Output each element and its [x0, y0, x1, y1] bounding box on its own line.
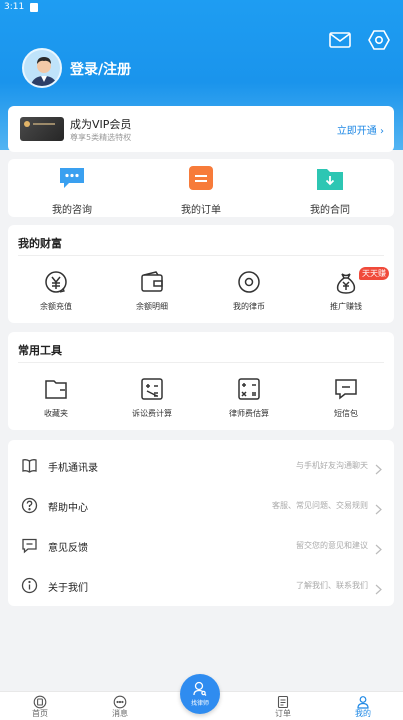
- vip-open-link[interactable]: 立即开通 ›: [337, 122, 384, 137]
- money-bag-icon: [333, 269, 359, 295]
- grid-label: 收藏夹: [44, 409, 68, 418]
- grid-label: 律师费估算: [229, 409, 269, 418]
- nav-profile[interactable]: 我的: [323, 692, 403, 719]
- list-item-desc: 了解我们、联系我们: [296, 581, 368, 590]
- my-orders-button[interactable]: 我的订单: [137, 165, 265, 216]
- litigation-fee-button[interactable]: 诉讼费计算: [104, 376, 200, 419]
- info-circle-icon: [21, 577, 38, 594]
- nav-label: 我的: [355, 709, 371, 718]
- home-icon: [33, 694, 47, 709]
- vip-title: 成为VIP会员: [70, 118, 132, 131]
- my-law-coins-button[interactable]: 我的律币: [201, 269, 297, 312]
- quick-action-label: 我的合同: [310, 205, 350, 216]
- vip-card-image: [20, 117, 64, 141]
- list-item-title: 手机通讯录: [48, 463, 98, 474]
- divider: [18, 255, 384, 256]
- contract-folder-icon: [315, 165, 345, 191]
- quick-action-label: 我的咨询: [52, 205, 92, 216]
- promote-earn-button[interactable]: 推广赚钱 天天赚: [298, 267, 394, 312]
- quick-action-label: 我的订单: [181, 205, 221, 216]
- feedback-icon: [21, 537, 38, 554]
- list-item-contacts[interactable]: 手机通讯录 与手机好友沟通聊天: [8, 446, 394, 486]
- message-icon: [113, 694, 127, 709]
- chevron-right-icon: [375, 580, 382, 595]
- settings-list: 手机通讯录 与手机好友沟通聊天 帮助中心 客服、常见问题、交易规则 意见反馈 留…: [8, 440, 394, 606]
- settings-icon[interactable]: [367, 28, 391, 52]
- chevron-right-icon: [375, 540, 382, 555]
- order-list-icon: [186, 165, 216, 191]
- list-item-desc: 与手机好友沟通聊天: [296, 461, 368, 470]
- notification-icon: [30, 2, 39, 12]
- favorites-button[interactable]: 收藏夹: [8, 376, 104, 419]
- sms-icon: [333, 376, 359, 402]
- chat-bubble-icon: [57, 165, 87, 191]
- login-register-link[interactable]: 登录/注册: [70, 59, 131, 79]
- nav-home[interactable]: 首页: [0, 692, 80, 719]
- grid-label: 推广赚钱: [330, 302, 362, 311]
- calculator-icon: [139, 376, 165, 402]
- list-item-desc: 客服、常见问题、交易规则: [272, 501, 368, 510]
- order-icon: [276, 694, 290, 709]
- my-contracts-button[interactable]: 我的合同: [266, 165, 394, 216]
- grid-label: 诉讼费计算: [132, 409, 172, 418]
- wealth-section: 我的财富 余额充值 余额明细 我的律币 推广赚钱 天天赚: [8, 225, 394, 323]
- fab-label: 找律师: [190, 700, 209, 707]
- grid-label: 短信包: [334, 409, 358, 418]
- quick-actions: 我的咨询 我的订单 我的合同: [8, 159, 394, 217]
- sms-package-button[interactable]: 短信包: [298, 376, 394, 419]
- list-item-title: 帮助中心: [48, 503, 88, 514]
- find-lawyer-button[interactable]: 找律师: [180, 674, 220, 714]
- help-circle-icon: [21, 497, 38, 514]
- divider: [18, 362, 384, 363]
- avatar[interactable]: [22, 48, 62, 88]
- balance-detail-button[interactable]: 余额明细: [104, 269, 200, 312]
- nav-orders[interactable]: 订单: [243, 692, 323, 719]
- list-item-desc: 留交您的意见和建议: [296, 541, 368, 550]
- my-consultation-button[interactable]: 我的咨询: [8, 165, 136, 216]
- list-item-title: 关于我们: [48, 583, 88, 594]
- lawyer-fee-button[interactable]: 律师费估算: [201, 376, 297, 419]
- promo-badge: 天天赚: [359, 267, 389, 280]
- grid-label: 余额明细: [136, 302, 168, 311]
- chevron-right-icon: [375, 500, 382, 515]
- balance-recharge-button[interactable]: 余额充值: [8, 269, 104, 312]
- wallet-icon: [139, 269, 165, 295]
- section-title: 我的财富: [18, 237, 62, 250]
- list-item-title: 意见反馈: [48, 543, 88, 554]
- vip-subtitle: 尊享5类精选特权: [70, 133, 132, 142]
- list-item-about[interactable]: 关于我们 了解我们、联系我们: [8, 566, 394, 606]
- coin-target-icon: [236, 269, 262, 295]
- tools-section: 常用工具 收藏夹 诉讼费计算 律师费估算 短信包: [8, 332, 394, 430]
- section-title: 常用工具: [18, 344, 62, 357]
- folder-icon: [43, 376, 69, 402]
- nav-label: 订单: [275, 709, 291, 718]
- grid-label: 我的律币: [233, 302, 265, 311]
- list-item-feedback[interactable]: 意见反馈 留交您的意见和建议: [8, 526, 394, 566]
- profile-icon: [356, 694, 370, 709]
- grid-label: 余额充值: [40, 302, 72, 311]
- nav-label: 首页: [32, 709, 48, 718]
- status-time: 3:11: [4, 2, 25, 12]
- status-bar: 3:11: [0, 0, 403, 14]
- mail-icon[interactable]: [328, 28, 352, 52]
- nav-label: 消息: [112, 709, 128, 718]
- vip-card[interactable]: 成为VIP会员 尊享5类精选特权 立即开通 ›: [8, 106, 394, 152]
- list-item-help[interactable]: 帮助中心 客服、常见问题、交易规则: [8, 486, 394, 526]
- yuan-coin-icon: [43, 269, 69, 295]
- math-calculator-icon: [236, 376, 262, 402]
- chevron-right-icon: [375, 460, 382, 475]
- nav-messages[interactable]: 消息: [80, 692, 160, 719]
- contacts-book-icon: [21, 457, 38, 474]
